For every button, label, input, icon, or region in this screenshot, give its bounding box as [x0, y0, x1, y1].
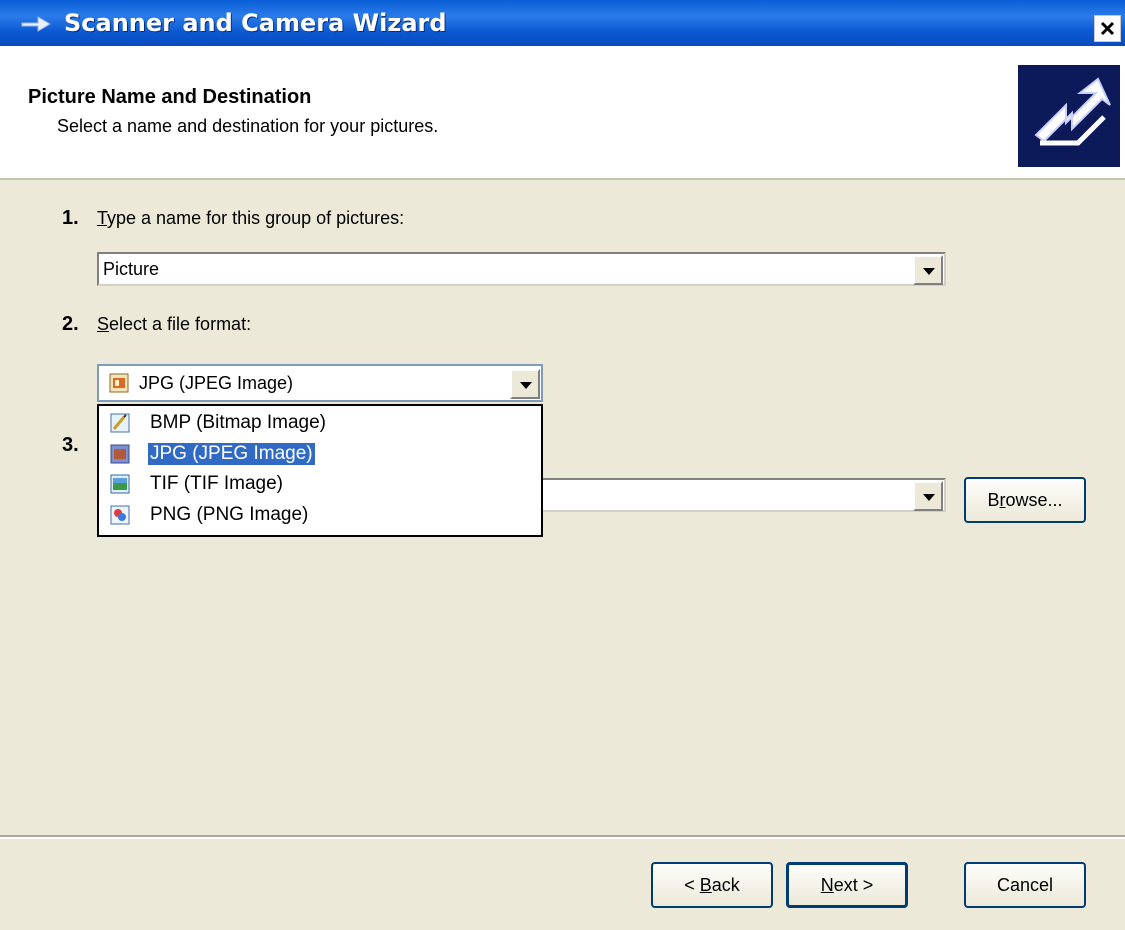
step-2-label: Select a file format: — [97, 314, 251, 335]
option-png-label: PNG (PNG Image) — [150, 504, 309, 525]
step-1-number: 1. — [62, 207, 79, 229]
page-subtitle: Select a name and destination for your p… — [57, 116, 439, 136]
step-1-label: Type a name for this group of pictures: — [97, 208, 404, 229]
back-button-label-pre: < — [684, 875, 700, 895]
tif-file-icon — [110, 474, 130, 494]
next-button-label-post: ext > — [833, 875, 874, 895]
option-tif-label: TIF (TIF Image) — [150, 473, 283, 494]
step-2-label-text: elect a file format: — [109, 314, 252, 334]
option-bmp-label: BMP (Bitmap Image) — [150, 412, 326, 433]
step-1-label-text: ype a name for this group of pictures: — [107, 208, 405, 228]
close-button[interactable] — [1094, 15, 1121, 42]
file-format-dropdown-button[interactable] — [510, 369, 540, 399]
page-title: Picture Name and Destination — [28, 86, 312, 108]
option-tif[interactable]: TIF (TIF Image) — [101, 470, 539, 500]
step-3-number: 3. — [62, 434, 79, 456]
wizard-header: Picture Name and Destination Select a na… — [0, 46, 1125, 180]
step-1-label-mnemonic: T — [97, 208, 108, 228]
option-jpg-label: JPG (JPEG Image) — [148, 443, 315, 465]
picture-name-input[interactable]: Picture — [103, 259, 159, 280]
close-icon — [1100, 21, 1115, 36]
jpg-file-icon — [109, 373, 129, 393]
jpg-file-icon — [110, 444, 130, 464]
browse-button[interactable]: Browse... — [964, 477, 1086, 523]
file-format-combo[interactable]: JPG (JPEG Image) — [97, 364, 543, 402]
option-png[interactable]: PNG (PNG Image) — [101, 501, 539, 531]
title-bar: Scanner and Camera Wizard — [0, 0, 1125, 46]
option-jpg[interactable]: JPG (JPEG Image) — [101, 440, 539, 470]
back-button-mnemonic: B — [699, 875, 712, 895]
wizard-header-graphic — [1018, 65, 1120, 167]
bmp-file-icon — [110, 413, 130, 433]
back-button[interactable]: < Back — [651, 862, 773, 908]
file-format-selected: JPG (JPEG Image) — [139, 373, 294, 393]
destination-dropdown-button[interactable] — [913, 481, 943, 511]
file-format-listbox[interactable]: BMP (Bitmap Image) JPG (JPEG Image) TIF … — [97, 404, 543, 537]
picture-name-combo[interactable]: Picture — [97, 252, 946, 286]
step-2-label-mnemonic: S — [97, 314, 110, 334]
browse-button-label-post: owse... — [1005, 490, 1063, 510]
cancel-button[interactable]: Cancel — [964, 862, 1086, 908]
arrow-box-icon — [1034, 77, 1111, 146]
step-2-number: 2. — [62, 313, 79, 335]
next-button-mnemonic: N — [820, 875, 834, 895]
scanner-wizard-icon — [21, 16, 51, 32]
png-file-icon — [110, 505, 130, 525]
picture-name-dropdown-button[interactable] — [913, 255, 943, 285]
footer-separator — [0, 835, 1125, 839]
browse-button-label-pre: B — [987, 490, 1000, 510]
next-button[interactable]: Next > — [786, 862, 908, 908]
back-button-label-post: ack — [711, 875, 740, 895]
window-title: Scanner and Camera Wizard — [64, 9, 447, 37]
option-bmp[interactable]: BMP (Bitmap Image) — [101, 409, 539, 439]
